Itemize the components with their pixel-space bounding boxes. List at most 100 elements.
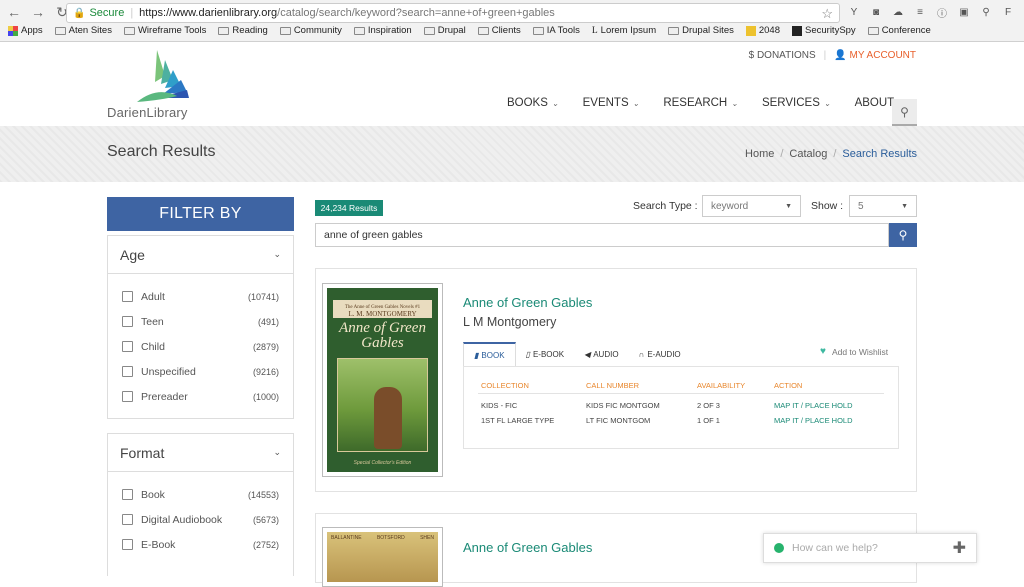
bookmark-folder[interactable]: Clients [477,25,521,36]
book-title-link[interactable]: Anne of Green Gables [463,295,592,310]
page-title: Search Results [107,143,216,160]
cloud-extension-icon[interactable]: ☁ [890,4,906,20]
filter-option[interactable]: Book (14553) [108,482,293,507]
filter-option[interactable]: Prereader (1000) [108,384,293,409]
chevron-down-icon: ⌄ [731,99,738,108]
info-extension-icon[interactable]: ⓘ [934,4,950,20]
browser-chrome: ← → ↻ 🔒 Secure | https://www.darienlibra… [0,0,1024,42]
cover-names: BALLANTINE BOTSFORD SHEN [331,535,434,541]
checkbox[interactable] [122,366,133,377]
donations-link[interactable]: $ DONATIONS [749,50,816,61]
filter-option[interactable]: Unspecified (9216) [108,359,293,384]
checkbox[interactable] [122,341,133,352]
book-title-link[interactable]: Anne of Green Gables [463,540,592,555]
book-cover[interactable]: BALLANTINE BOTSFORD SHEN [322,527,443,587]
nav-events[interactable]: EVENTS ⌄ [583,97,640,109]
nav-books[interactable]: BOOKS ⌄ [507,97,559,109]
checkbox[interactable] [122,489,133,500]
checkbox[interactable] [122,291,133,302]
place-hold-link[interactable]: MAP IT / PLACE HOLD [774,416,853,425]
extensions-bar: Y ◙ ☁ ≡ ⓘ ▣ ⚲ F ⋮ [846,4,1024,20]
search-submit-button[interactable]: ⚲ [889,223,917,247]
cover-header: The Anne of Green Gables Novels #1 L. M. … [333,300,432,318]
my-account-link[interactable]: 👤 MY ACCOUNT [834,50,916,61]
bookmark-folder[interactable]: Drupal [423,25,466,36]
search-input[interactable]: anne of green gables [315,223,889,247]
filter-option[interactable]: Child (2879) [108,334,293,359]
filter-age-title: Age [120,246,145,263]
show-label: Show : [811,200,844,212]
camera-extension-icon[interactable]: ◙ [868,4,884,20]
filter-option[interactable]: Digital Audiobook (5673) [108,507,293,532]
bookmark-folder[interactable]: Aten Sites [54,25,112,36]
fi-extension-icon[interactable]: F [1000,4,1016,20]
filter-option[interactable]: Teen (491) [108,309,293,334]
book-icon: ▮ [474,350,479,360]
filter-heading: FILTER BY [107,197,294,231]
place-hold-link[interactable]: MAP IT / PLACE HOLD [774,401,853,410]
chevron-down-icon: ⌄ [823,99,831,108]
bookmark-securityspy[interactable]: SecuritySpy [792,25,856,36]
search-extension-icon[interactable]: ⚲ [978,4,994,20]
filter-option[interactable]: Adult (10741) [108,284,293,309]
checkbox[interactable] [122,539,133,550]
checkbox[interactable] [122,316,133,327]
add-to-wishlist[interactable]: ♥ Add to Wishlist [820,346,888,357]
search-type-select[interactable]: keyword ▼ [702,195,801,217]
show-count-select[interactable]: 5 ▼ [849,195,917,217]
bookmark-folder[interactable]: Reading [218,25,268,36]
checkbox[interactable] [122,391,133,402]
filter-age: Age ⌄ Adult (10741) Teen (491) Child (2879)… [107,235,294,419]
breadcrumb: Home / Catalog / Search Results [745,148,917,160]
address-bar[interactable]: 🔒 Secure | https://www.darienlibrary.org… [66,3,840,23]
bookmark-folder[interactable]: Inspiration [353,25,412,36]
filter-option[interactable]: E-Book (2752) [108,532,293,557]
url-path: /catalog/search/keyword?search=anne+of+g… [277,7,555,19]
breadcrumb-catalog[interactable]: Catalog [789,148,827,160]
book-cover[interactable]: The Anne of Green Gables Novels #1 L. M. … [322,283,443,477]
header-search-button[interactable]: ⚲ [892,99,917,126]
table-cell: KIDS - FIC [481,401,518,410]
breadcrumb-home[interactable]: Home [745,148,774,160]
secure-label: Secure [89,7,125,19]
tablet-icon: ▯ [525,349,530,359]
back-icon[interactable]: ← [6,4,22,21]
search-icon: ⚲ [898,228,908,242]
extension-y-icon[interactable]: Y [846,4,862,20]
bookmark-lorem[interactable]: L Lorem Ipsum [592,25,656,36]
bookmark-2048[interactable]: 2048 [745,25,780,36]
table-cell: 2 OF 3 [697,401,720,410]
tab-book[interactable]: ▮ BOOK [463,342,516,366]
bookmark-apps[interactable]: Apps [8,25,43,36]
bookmark-folder[interactable]: IA Tools [532,25,580,36]
badge-extension-icon[interactable]: ▣ [956,4,972,20]
search-type-value: keyword [711,200,749,212]
bookmarks-bar: Apps Aten Sites Wireframe Tools Reading … [8,25,931,36]
utility-links: $ DONATIONS | 👤 MY ACCOUNT [748,50,916,61]
heart-icon: ♥ [820,346,826,357]
bookmark-star-icon[interactable]: ☆ [821,6,833,22]
availability-table: COLLECTION CALL NUMBER AVAILABILITY ACTI… [463,366,899,449]
nav-research[interactable]: RESEARCH ⌄ [663,97,738,109]
chevron-down-icon: ⌄ [273,249,281,259]
filter-format-header[interactable]: Format ⌄ [108,434,293,472]
column-header: CALL NUMBER [586,381,640,390]
forward-icon[interactable]: → [30,4,46,21]
speaker-icon: ◀ [584,349,591,359]
checkbox[interactable] [122,514,133,525]
bookmark-folder[interactable]: Community [279,25,342,36]
tab-eaudio[interactable]: ∩ E-AUDIO [629,342,691,366]
nav-services[interactable]: SERVICES ⌄ [762,97,831,109]
chat-widget[interactable]: How can we help? ✚ [763,533,977,563]
filter-age-header[interactable]: Age ⌄ [108,236,293,274]
bookmark-folder[interactable]: Wireframe Tools [123,25,206,36]
layers-extension-icon[interactable]: ≡ [912,4,928,20]
plus-icon[interactable]: ✚ [953,538,966,558]
filter-format: Format ⌄ Book (14553) Digital Audiobook (5… [107,433,294,576]
tab-ebook[interactable]: ▯ E-BOOK [516,342,575,366]
bookmark-folder[interactable]: Conference [867,25,931,36]
bookmark-folder[interactable]: Drupal Sites [668,25,734,36]
chevron-down-icon: ⌄ [632,99,640,108]
tab-audio[interactable]: ◀ AUDIO [574,342,629,366]
search-type-label: Search Type : [633,200,698,212]
